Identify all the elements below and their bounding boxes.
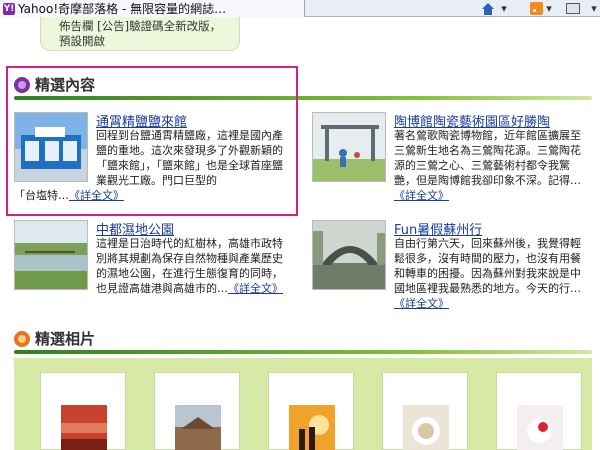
article-text: 著名鶯歌陶瓷博物館，近年館區擴展至三鶯新生地名為三鶯陶花源。三鶯陶花源的三鶯之心… [394,129,581,202]
article-more-link[interactable]: 《詳全文》 [394,189,449,202]
home-icon[interactable] [480,1,496,16]
chevron-down-icon[interactable]: ▾ [500,1,508,16]
orange-dot-icon [14,330,30,347]
photo-card[interactable] [382,372,468,450]
browser-tab-bar: Y! Yahoo!奇摩部落格 - 無限容量的網誌… ▾ ▾ ▾ [0,0,600,17]
article-text-upper: 回程到台鹽通霄精鹽廠，這裡是國內產鹽的重地。這次來發現多了外觀新穎的「鹽來館」，… [96,129,283,187]
photo-thumbnail[interactable] [175,405,221,450]
article-text: 自由行第六天，回來蘇州後，我覺得輕鬆很多，沒有時間的壓力，也沒有用餐和轉車的困擾… [394,237,581,310]
article-thumbnail[interactable] [14,220,88,290]
photos-section-title: 精選相片 [35,330,96,348]
article-thumbnail[interactable] [312,220,386,290]
photo-gallery [14,358,592,450]
article-more-link[interactable]: 《詳全文》 [394,297,449,310]
article-more-link[interactable]: 《詳全文》 [69,189,124,202]
photo-card[interactable] [268,372,354,450]
browser-tab[interactable]: Y! Yahoo!奇摩部落格 - 無限容量的網誌… [0,0,305,17]
photo-thumbnail[interactable] [61,405,107,450]
tab-title: Yahoo!奇摩部落格 - 無限容量的網誌… [18,2,227,16]
chevron-down-icon[interactable]: ▾ [590,1,598,16]
rss-feed-icon[interactable] [530,2,543,15]
article-thumbnail[interactable] [312,112,386,182]
photos-section-header: 精選相片 [14,328,95,349]
chevron-down-icon[interactable]: ▾ [545,1,553,16]
article-text-tail: 「台塩特…《詳全文》 [14,188,294,203]
yahoo-favicon-icon: Y! [3,2,15,15]
article-thumbnail[interactable] [14,112,88,182]
notice-text[interactable]: 佈告欄 [公告]驗證碼全新改版，預設開啟 [59,19,221,48]
photo-card[interactable] [154,372,240,450]
photo-card[interactable] [40,372,126,450]
article-text: 這裡是日治時代的紅樹林，高雄市政特別將其規劃為保存自然物種與產業歷史的濕地公園，… [96,237,283,295]
photo-card[interactable] [496,372,582,450]
photos-divider [14,350,592,354]
print-icon[interactable] [566,3,580,14]
photo-thumbnail[interactable] [289,405,335,450]
photo-thumbnail[interactable] [403,405,449,450]
article-text-continued: 「台塩特… [14,189,69,202]
photo-thumbnail[interactable] [517,405,563,450]
notice-board: 佈告欄 [公告]驗證碼全新改版，預設開啟 [40,17,240,51]
article-more-link[interactable]: 《詳全文》 [228,282,283,295]
